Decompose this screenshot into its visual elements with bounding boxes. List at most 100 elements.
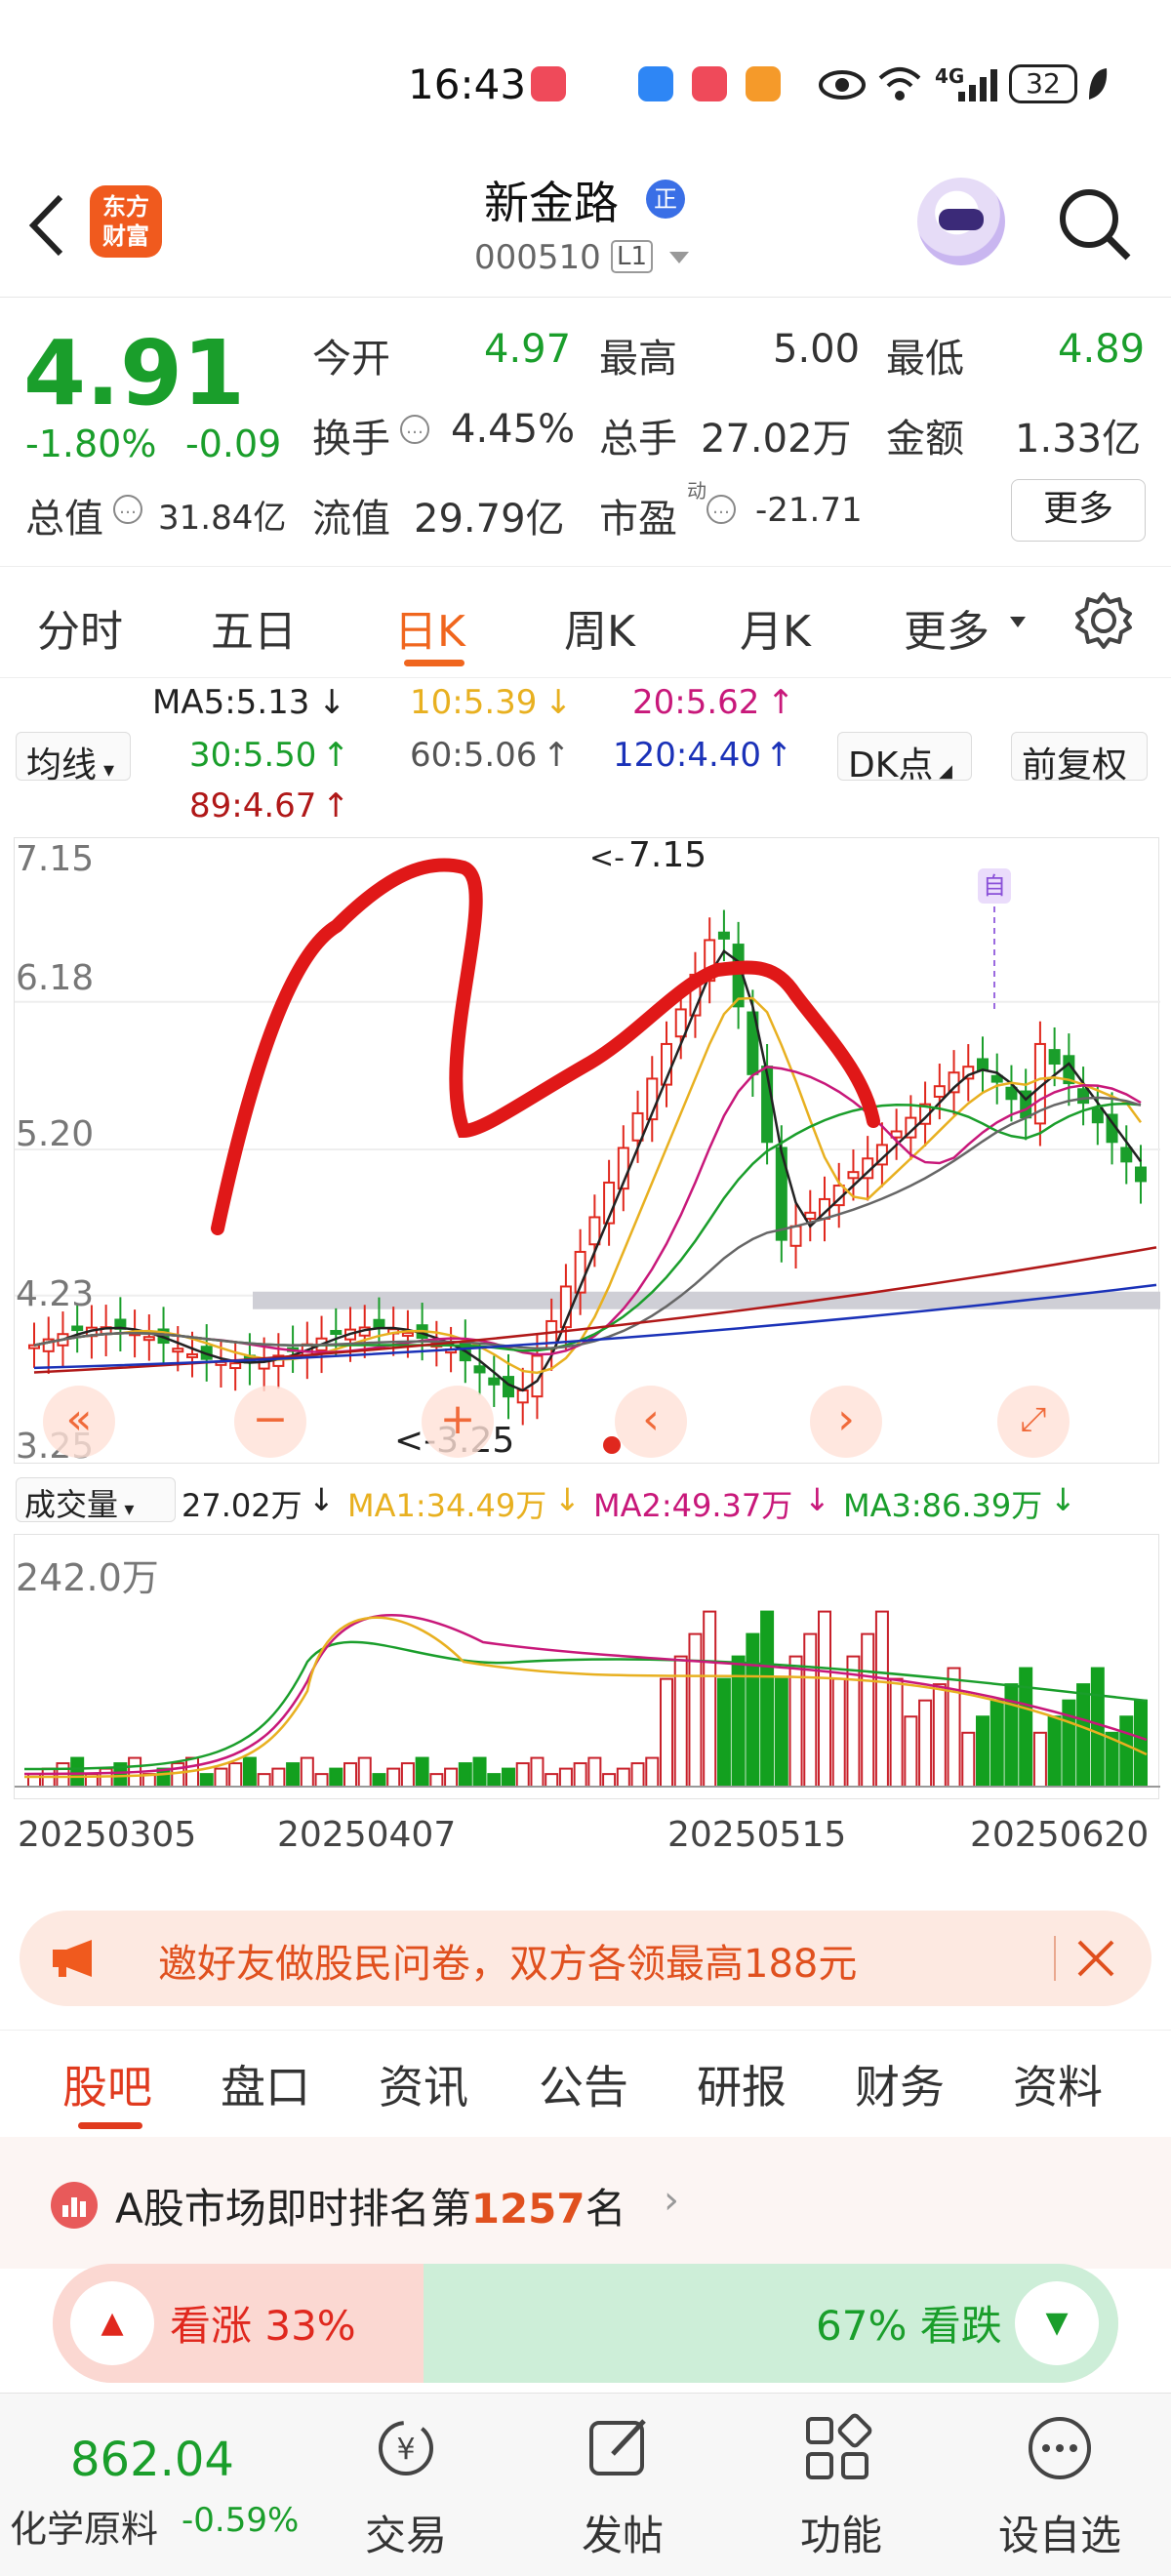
megaphone-icon: [53, 1940, 92, 1977]
rank-text: A股市场即时排名第1257名: [115, 2185, 626, 2233]
tab-research[interactable]: 研报: [697, 2052, 787, 2116]
back-icon[interactable]: [25, 191, 68, 260]
nav-functions[interactable]: 功能: [773, 2503, 909, 2562]
tab-announcement[interactable]: 公告: [539, 2052, 628, 2116]
more-dots-icon[interactable]: [1025, 2413, 1095, 2483]
promo-banner[interactable]: 邀好友做股民问卷，双方各领最高188元: [20, 1911, 1151, 2006]
index-value[interactable]: 862.04: [70, 2433, 234, 2487]
candle: [674, 1008, 687, 1038]
candle: [373, 1318, 385, 1329]
rank-icon: [51, 2182, 98, 2229]
tab-five-day[interactable]: 五日: [211, 596, 297, 659]
zoom-in-button[interactable]: +: [422, 1386, 494, 1458]
tab-intraday[interactable]: 分时: [37, 596, 123, 659]
bullish-button[interactable]: ▲: [70, 2281, 154, 2365]
volume-bar: [271, 1767, 286, 1789]
close-icon[interactable]: [1073, 1936, 1118, 1981]
bearish-button[interactable]: ▼: [1015, 2281, 1099, 2365]
ma-line: [33, 948, 1143, 1392]
scroll-right-button[interactable]: ›: [810, 1386, 882, 1458]
quote-panel: 4.91 -1.80% -0.09 今开 4.97 最高 5.00 最低 4.8…: [0, 298, 1171, 561]
ma-line: [33, 1102, 1142, 1352]
tab-more[interactable]: 更多: [904, 596, 989, 659]
nav-post[interactable]: 发帖: [554, 2503, 691, 2562]
volume-bar: [558, 1767, 573, 1789]
tab-monthly-k[interactable]: 月K: [740, 596, 811, 659]
amount-value: 1.33亿: [1015, 417, 1142, 462]
app-logo: 东方 财富: [90, 185, 162, 258]
fullscreen-icon[interactable]: ⤢: [997, 1386, 1070, 1458]
tab-weekly-k[interactable]: 周K: [564, 596, 635, 659]
volume-bar: [1090, 1667, 1105, 1788]
scroll-left-button[interactable]: ‹: [615, 1386, 687, 1458]
volume-bar: [989, 1699, 1004, 1788]
tab-pankou[interactable]: 盘口: [221, 2052, 310, 2116]
grid-icon[interactable]: [802, 2413, 872, 2483]
volume-bar: [372, 1773, 386, 1788]
info-icon[interactable]: …: [113, 495, 142, 524]
ma-selector[interactable]: 均线 ▾: [16, 732, 131, 785]
volume-bar: [70, 1756, 85, 1788]
volume-bar: [587, 1756, 602, 1788]
chevron-down-icon[interactable]: [667, 250, 691, 265]
high-value: 5.00: [773, 327, 861, 372]
volume-bar: [818, 1610, 831, 1788]
tab-news[interactable]: 资讯: [379, 2052, 468, 2116]
volume-bar: [861, 1632, 875, 1788]
kline-chart[interactable]: [14, 837, 1160, 1464]
tab-daily-k[interactable]: 日K: [394, 596, 465, 659]
open-label: 今开: [312, 337, 390, 382]
more-button[interactable]: 更多: [1011, 479, 1146, 542]
volume-bar: [502, 1767, 515, 1789]
leaf-icon: [1089, 68, 1108, 100]
dk-point-button[interactable]: DK点 ◢: [837, 732, 972, 785]
volume-bar: [904, 1715, 918, 1789]
event-dot[interactable]: [603, 1436, 621, 1454]
nav-add-watchlist[interactable]: 设自选: [991, 2503, 1128, 2562]
info-icon[interactable]: …: [400, 415, 429, 444]
mktcap-label: 总值: [25, 497, 103, 542]
edit-post-icon[interactable]: [586, 2413, 656, 2483]
volume-selector[interactable]: 成交量 ▾: [16, 1477, 176, 1523]
adjust-button[interactable]: 前复权: [1011, 732, 1148, 785]
assistant-avatar[interactable]: [917, 178, 1005, 265]
vol-ma3: MA3:86.39万: [843, 1487, 1043, 1524]
self-select-marker[interactable]: 自: [978, 868, 1011, 904]
volume-bar: [1047, 1715, 1062, 1789]
date-label: 20250515: [667, 1815, 847, 1855]
active-tab-indicator: [78, 2122, 142, 2129]
candle: [1091, 1107, 1104, 1124]
float-value: 29.79亿: [414, 497, 565, 542]
scroll-left-fast-button[interactable]: «: [43, 1386, 115, 1458]
caret-down-icon: [1010, 617, 1026, 627]
low-value: 4.89: [1058, 327, 1146, 372]
volume-bar: [645, 1756, 660, 1788]
chevron-right-icon: ›: [664, 2178, 679, 2223]
svg-text:¥: ¥: [396, 2433, 415, 2467]
kline-svg: [15, 858, 1160, 1426]
zoom-out-button[interactable]: −: [234, 1386, 306, 1458]
search-icon[interactable]: [1056, 185, 1134, 263]
app-icon: [746, 66, 781, 101]
tab-guba[interactable]: 股吧: [62, 2052, 152, 2116]
y-label: 6.18: [16, 958, 95, 998]
nav-trade[interactable]: 交易: [338, 2503, 474, 2562]
app-icon: [692, 66, 727, 101]
market-level-badge[interactable]: L1: [611, 240, 654, 273]
volume-bar: [515, 1762, 530, 1789]
volume-bar: [1076, 1683, 1091, 1788]
volume-bar: [746, 1632, 760, 1788]
tab-finance[interactable]: 财务: [855, 2052, 945, 2116]
tab-profile[interactable]: 资料: [1013, 2052, 1103, 2116]
info-icon[interactable]: …: [707, 495, 736, 524]
volume-chart[interactable]: [14, 1534, 1160, 1799]
trade-icon[interactable]: ¥: [367, 2413, 445, 2481]
last-price: 4.91: [23, 321, 245, 425]
candle: [71, 1325, 84, 1332]
market-rank[interactable]: A股市场即时排名第1257名 ›: [0, 2137, 1171, 2269]
gear-icon[interactable]: [1073, 590, 1134, 651]
volume-bar: [688, 1632, 703, 1788]
hand-drawn-annotation: [211, 858, 880, 1235]
volume-bar: [487, 1773, 502, 1788]
candle: [1135, 1166, 1147, 1183]
